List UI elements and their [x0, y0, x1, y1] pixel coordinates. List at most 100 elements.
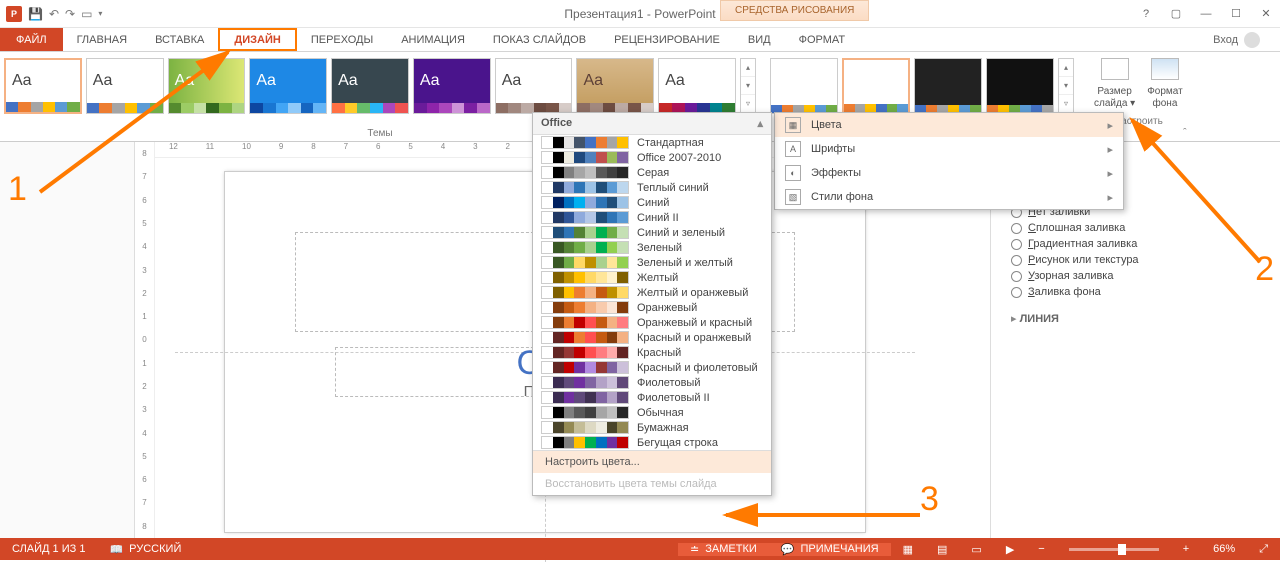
tab-file[interactable]: ФАЙЛ — [0, 28, 63, 51]
color-scheme[interactable]: Синий и зеленый — [533, 225, 771, 240]
fill-option[interactable]: Сплошная заливка — [1011, 222, 1280, 234]
collapse-ribbon-icon[interactable]: ˆ — [1183, 127, 1187, 139]
color-scheme[interactable]: Фиолетовый II — [533, 390, 771, 405]
color-scheme[interactable]: Стандартная — [533, 135, 771, 150]
themes-more[interactable]: ▴▾▿ — [740, 58, 756, 114]
color-scheme[interactable]: Обычная — [533, 405, 771, 420]
notes-button[interactable]: ≐ ЗАМЕТКИ — [678, 543, 769, 556]
color-scheme[interactable]: Зеленый и желтый — [533, 255, 771, 270]
help-icon[interactable]: ? — [1132, 4, 1160, 24]
theme-thumb[interactable]: Aa — [658, 58, 736, 114]
theme-thumb[interactable]: Aa — [168, 58, 246, 114]
menu-colors[interactable]: ▦Цвета▸ — [775, 113, 1123, 137]
color-scheme[interactable]: Синий — [533, 195, 771, 210]
close-icon[interactable]: ✕ — [1252, 4, 1280, 24]
tab-главная[interactable]: ГЛАВНАЯ — [63, 28, 141, 51]
color-scheme[interactable]: Office 2007-2010 — [533, 150, 771, 165]
tab-формат[interactable]: ФОРМАТ — [785, 28, 860, 51]
tab-вид[interactable]: ВИД — [734, 28, 785, 51]
effects-icon: ◐ — [785, 165, 801, 181]
view-sorter-icon[interactable]: ▤ — [925, 543, 959, 556]
start-slideshow-icon[interactable]: ▭ — [81, 7, 92, 21]
minimize-icon[interactable]: — — [1192, 4, 1220, 24]
color-scheme[interactable]: Желтый — [533, 270, 771, 285]
color-scheme[interactable]: Зеленый — [533, 240, 771, 255]
view-normal-icon[interactable]: ▦ — [891, 543, 925, 556]
theme-thumb[interactable]: Aa — [495, 58, 573, 114]
zoom-value[interactable]: 66% — [1201, 543, 1247, 555]
tab-вставка[interactable]: ВСТАВКА — [141, 28, 218, 51]
color-scheme-menu: Office▴ СтандартнаяOffice 2007-2010Серая… — [532, 112, 772, 496]
variants-submenu: ▦Цвета▸ AШрифты▸ ◐Эффекты▸ ▧Стили фона▸ — [774, 112, 1124, 210]
menu-bg-styles[interactable]: ▧Стили фона▸ — [775, 185, 1123, 209]
color-scheme[interactable]: Красный и фиолетовый — [533, 360, 771, 375]
tab-показ слайдов[interactable]: ПОКАЗ СЛАЙДОВ — [479, 28, 600, 51]
fill-option[interactable]: Градиентная заливка — [1011, 238, 1280, 250]
tab-переходы[interactable]: ПЕРЕХОДЫ — [297, 28, 387, 51]
color-scheme[interactable]: Желтый и оранжевый — [533, 285, 771, 300]
view-slideshow-icon[interactable]: ▶ — [994, 543, 1026, 556]
redo-icon[interactable]: ↷ — [65, 7, 75, 21]
sign-in[interactable]: Вход — [1213, 28, 1280, 51]
qat-more-icon[interactable]: ▾ — [98, 9, 102, 18]
color-scheme[interactable]: Красный — [533, 345, 771, 360]
theme-thumb[interactable]: Aa — [576, 58, 654, 114]
color-scheme[interactable]: Фиолетовый — [533, 375, 771, 390]
undo-icon[interactable]: ↶ — [49, 7, 59, 21]
color-scheme[interactable]: Бегущая строка — [533, 435, 771, 450]
zoom-slider[interactable] — [1057, 548, 1171, 551]
zoom-out-icon[interactable]: − — [1026, 543, 1056, 555]
window-title: Презентация1 - PowerPoint — [564, 7, 715, 21]
line-section[interactable]: ЛИНИЯ — [1011, 312, 1280, 325]
bg-styles-icon: ▧ — [785, 189, 801, 205]
color-scheme[interactable]: Красный и оранжевый — [533, 330, 771, 345]
customize-colors[interactable]: Настроить цвета... — [533, 451, 771, 473]
view-reading-icon[interactable]: ▭ — [959, 543, 993, 556]
zoom-in-icon[interactable]: + — [1171, 543, 1201, 555]
format-background-button[interactable]: Формат фона — [1147, 58, 1183, 110]
status-bar: СЛАЙД 1 ИЗ 1 📖 РУССКИЙ ≐ ЗАМЕТКИ 💬 ПРИМЕ… — [0, 538, 1280, 560]
theme-thumb[interactable]: Aa — [331, 58, 409, 114]
window-controls: ? ▢ — ☐ ✕ — [1132, 4, 1280, 24]
color-scheme[interactable]: Теплый синий — [533, 180, 771, 195]
fill-option[interactable]: Заливка фона — [1011, 286, 1280, 298]
variants-more[interactable]: ▴▾▿ — [1058, 58, 1074, 114]
maximize-icon[interactable]: ☐ — [1222, 4, 1250, 24]
fill-option[interactable]: Рисунок или текстура — [1011, 254, 1280, 266]
menu-fonts[interactable]: AШрифты▸ — [775, 137, 1123, 161]
fit-to-window-icon[interactable]: ⤢ — [1247, 543, 1280, 556]
save-icon[interactable]: 💾 — [28, 7, 43, 21]
themes-group-label: Темы — [367, 128, 392, 139]
theme-thumb[interactable]: Aa — [4, 58, 82, 114]
contextual-tab-label: СРЕДСТВА РИСОВАНИЯ — [720, 0, 869, 21]
avatar-icon — [1244, 32, 1260, 48]
title-bar: P 💾 ↶ ↷ ▭ ▾ Презентация1 - PowerPoint СР… — [0, 0, 1280, 28]
ribbon-tabs: ФАЙЛ ГЛАВНАЯВСТАВКАДИЗАЙНПЕРЕХОДЫАНИМАЦИ… — [0, 28, 1280, 52]
color-scheme[interactable]: Оранжевый и красный — [533, 315, 771, 330]
slide-counter[interactable]: СЛАЙД 1 ИЗ 1 — [0, 543, 97, 555]
menu-effects[interactable]: ◐Эффекты▸ — [775, 161, 1123, 185]
variant-thumb[interactable] — [770, 58, 838, 114]
color-scheme[interactable]: Оранжевый — [533, 300, 771, 315]
ribbon-options-icon[interactable]: ▢ — [1162, 4, 1190, 24]
variant-thumb[interactable] — [986, 58, 1054, 114]
comments-button[interactable]: 💬 ПРИМЕЧАНИЯ — [769, 543, 891, 556]
tab-анимация[interactable]: АНИМАЦИЯ — [387, 28, 479, 51]
language-indicator[interactable]: 📖 РУССКИЙ — [97, 543, 193, 556]
fill-option[interactable]: Узорная заливка — [1011, 270, 1280, 282]
tab-дизайн[interactable]: ДИЗАЙН — [218, 28, 296, 51]
scroll-up-icon[interactable]: ▴ — [757, 117, 763, 130]
variant-thumb[interactable] — [842, 58, 910, 114]
slide-size-button[interactable]: Размер слайда ▾ — [1094, 58, 1135, 110]
theme-thumb[interactable]: Aa — [86, 58, 164, 114]
color-scheme[interactable]: Серая — [533, 165, 771, 180]
slide-thumbnail-pane[interactable] — [0, 142, 135, 538]
vertical-ruler: 87654321012345678 — [135, 142, 155, 538]
quick-access-toolbar: P 💾 ↶ ↷ ▭ ▾ — [0, 6, 108, 22]
color-scheme[interactable]: Синий II — [533, 210, 771, 225]
tab-рецензирование[interactable]: РЕЦЕНЗИРОВАНИЕ — [600, 28, 734, 51]
theme-thumb[interactable]: Aa — [413, 58, 491, 114]
color-scheme[interactable]: Бумажная — [533, 420, 771, 435]
theme-thumb[interactable]: Aa — [249, 58, 327, 114]
variant-thumb[interactable] — [914, 58, 982, 114]
